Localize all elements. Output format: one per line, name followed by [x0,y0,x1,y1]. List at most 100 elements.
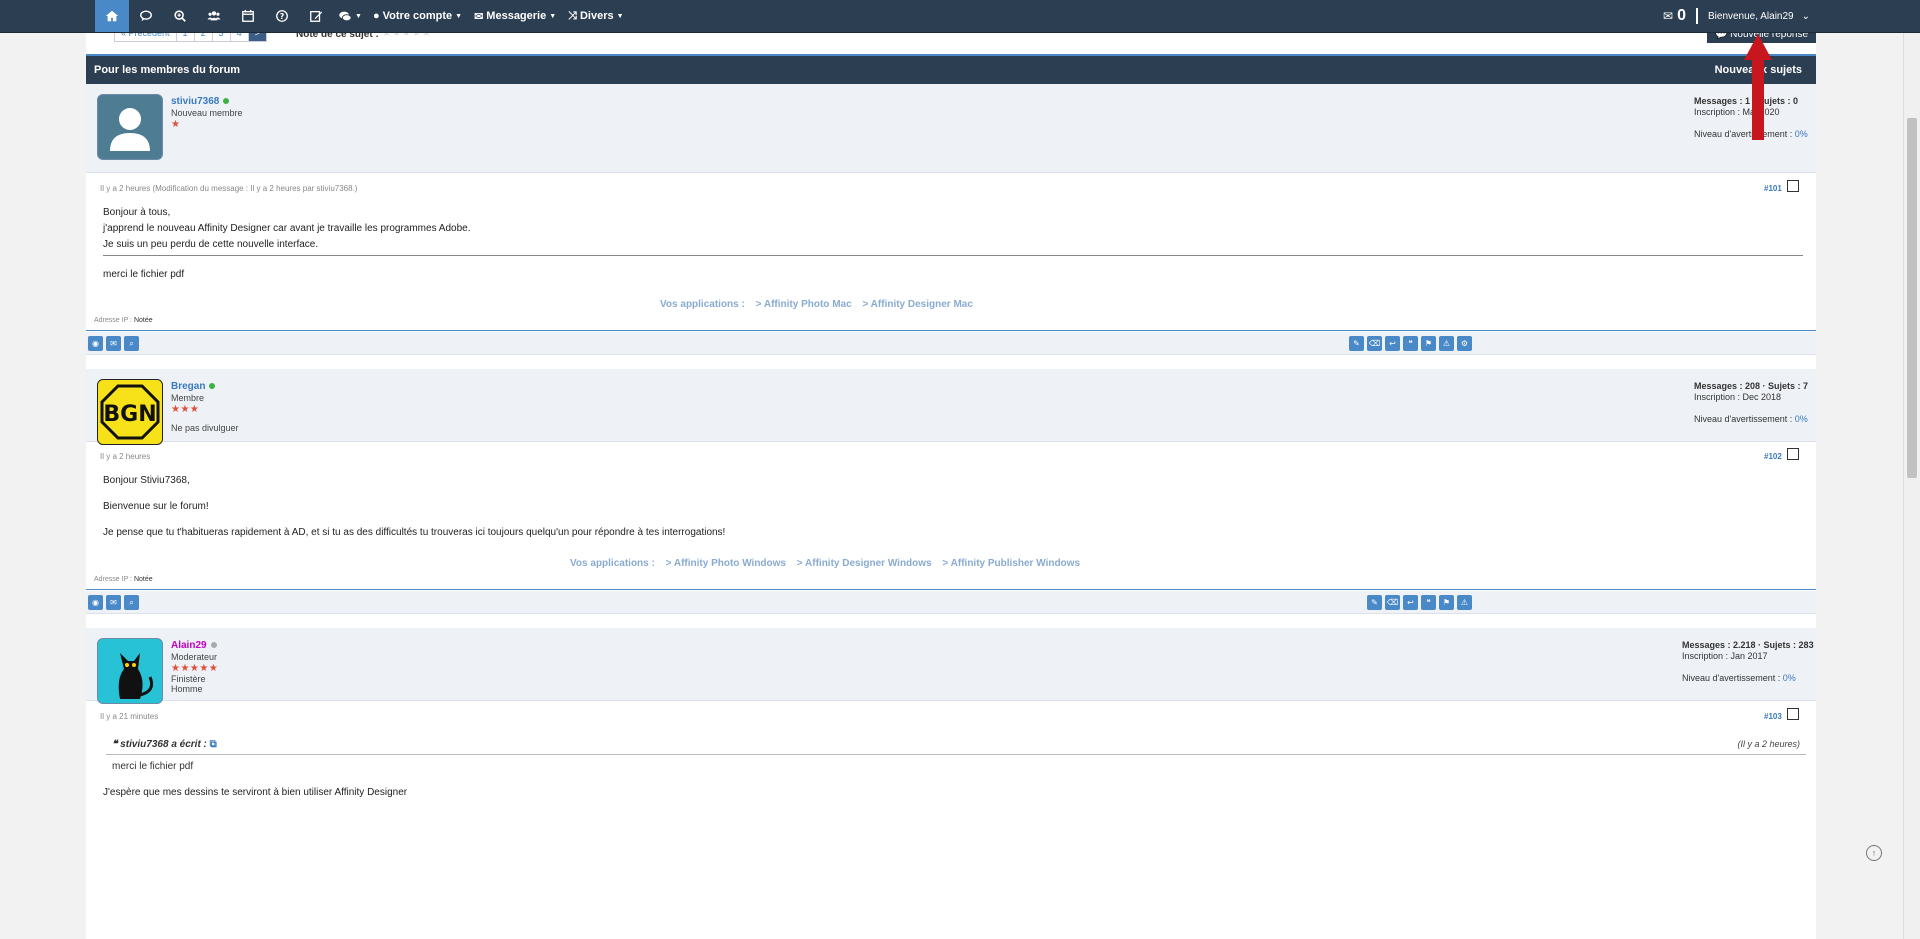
username[interactable]: Alain29 [171,640,217,651]
users-icon[interactable] [197,0,231,32]
find-icon[interactable]: ⌕ [124,595,139,610]
welcome-text[interactable]: Bienvenue, Alain29 [1708,11,1794,22]
chevron-down-icon[interactable]: ⌄ [1802,11,1810,22]
external-link-icon[interactable]: ⧉ [210,739,217,750]
comments-icon[interactable]: ▼ [333,0,367,32]
post-number[interactable]: #101 [1764,184,1782,193]
find-icon[interactable]: ⌕ [124,336,139,351]
scrollbar-thumb[interactable] [1907,118,1917,478]
forum-section-header: Pour les membres du forum Nouveaux sujet… [86,54,1816,86]
website-icon[interactable]: ◉ [88,595,103,610]
quote-header: ❝ stiviu7368 a écrit : ⧉ (Il y a 2 heure… [106,736,1806,755]
post-separator [86,330,1816,331]
username[interactable]: stiviu7368 [171,96,230,107]
envelope-icon: ✉ [474,10,484,23]
email-icon[interactable]: ✉ [106,595,121,610]
section-title: Pour les membres du forum [94,64,241,76]
eraser-icon[interactable]: ⌫ [1367,336,1382,351]
warning-icon[interactable]: ⚠ [1439,336,1454,351]
post-line: Je pense que tu t'habitueras rapidement … [103,527,726,538]
page-link[interactable]: 4 [229,32,249,42]
scroll-to-top-icon[interactable]: ↑ [1866,845,1882,861]
shuffle-icon: ⤨ [568,9,577,22]
quote-icon[interactable]: ❝ [1403,336,1418,351]
app-link[interactable]: > Affinity Designer Windows [797,558,932,569]
comment-icon: 💬 [1714,32,1728,40]
post-timestamp: Il y a 2 heures [100,452,151,461]
website-icon[interactable]: ◉ [88,336,103,351]
warning-level[interactable]: 0% [1795,414,1808,424]
post-number[interactable]: #103 [1764,712,1782,721]
flag-icon[interactable]: ⚑ [1439,595,1454,610]
quote-icon[interactable]: ❝ [1421,595,1436,610]
messaging-menu[interactable]: ✉ Messagerie ▼ [468,0,562,32]
app-link[interactable]: > Affinity Publisher Windows [942,558,1080,569]
forum-thread: « Précédent 1 2 3 4 > Note de ce sujet :… [86,32,1816,939]
app-link[interactable]: > Affinity Designer Mac [862,299,973,310]
calendar-icon[interactable] [231,0,265,32]
pagination: « Précédent 1 2 3 4 > [114,32,267,42]
page-link[interactable]: 1 [175,32,195,42]
message-count: Messages : 2.218 · Sujets : 283 [1682,640,1814,650]
post-select-checkbox[interactable] [1787,448,1799,460]
rating-stars[interactable]: ★★★★★ [382,32,432,39]
rank-stars: ★★★ [171,404,200,415]
envelope-icon[interactable]: ✉ [1663,9,1673,23]
notification-count[interactable]: 0 [1677,7,1686,25]
post-content: Bonjour à tous, j'apprend le nouveau Aff… [103,205,471,253]
edit-icon[interactable] [299,0,333,32]
chat-icon[interactable] [129,0,163,32]
misc-menu[interactable]: ⤨ Divers ▼ [562,0,629,32]
apps-label: Vos applications : [660,299,745,310]
avatar[interactable] [97,638,163,704]
user-stats: Messages : 2.218 · Sujets : 283 Inscript… [1682,640,1814,684]
quote-time: (Il y a 2 heures) [1737,739,1800,749]
signature-divider [103,255,1803,256]
message-count: Messages : 208 · Sujets : 7 [1694,381,1809,391]
offline-indicator [210,642,217,649]
email-icon[interactable]: ✉ [106,336,121,351]
vertical-scrollbar[interactable] [1903,32,1920,939]
manage-icon[interactable]: ⚙ [1457,336,1472,351]
warning-level[interactable]: 0% [1783,673,1796,683]
edit-post-icon[interactable]: ✎ [1349,336,1364,351]
prev-page-link[interactable]: « Précédent [114,32,177,42]
post-select-checkbox[interactable] [1787,708,1799,720]
user-applications: Vos applications : > Affinity Photo Wind… [570,558,1080,569]
user-stats: Messages : 208 · Sujets : 7 Inscription … [1694,381,1808,425]
next-page-link[interactable]: > [247,32,267,42]
post-select-checkbox[interactable] [1787,180,1799,192]
avatar[interactable]: BGN [97,379,163,445]
reply-icon[interactable]: ↩ [1385,336,1400,351]
home-icon[interactable] [95,0,129,32]
online-indicator [223,98,230,105]
warning-icon[interactable]: ⚠ [1457,595,1472,610]
user-location: Ne pas divulguer [171,423,239,433]
search-icon[interactable] [163,0,197,32]
post-number[interactable]: #102 [1764,452,1782,461]
app-link[interactable]: > Affinity Photo Mac [756,299,852,310]
join-date: Inscription : Dec 2018 [1694,392,1782,402]
post-content: J'espère que mes dessins te serviront à … [103,785,407,801]
username[interactable]: Bregan [171,381,216,392]
chevron-down-icon: ▼ [549,12,557,20]
rank-stars: ★ [171,119,181,130]
help-icon[interactable]: ? [265,0,299,32]
post-separator [86,589,1816,590]
post-line [103,515,725,525]
user-area: ✉ 0 Bienvenue, Alain29 ⌄ [1663,0,1810,32]
flag-icon[interactable]: ⚑ [1421,336,1436,351]
account-menu[interactable]: ● Votre compte ▼ [367,0,468,32]
post-timestamp: Il y a 2 heures (Modification du message… [100,184,358,193]
page-link[interactable]: 2 [193,32,213,42]
app-link[interactable]: > Affinity Photo Windows [666,558,786,569]
chevron-down-icon: ▼ [455,12,463,20]
warning-level[interactable]: 0% [1795,129,1808,139]
avatar[interactable] [97,94,163,160]
eraser-icon[interactable]: ⌫ [1385,595,1400,610]
edit-post-icon[interactable]: ✎ [1367,595,1382,610]
reply-icon[interactable]: ↩ [1403,595,1418,610]
post-author-panel: BGN Bregan Membre ★★★ Ne pas divulguer M… [86,369,1816,445]
page-link[interactable]: 3 [211,32,231,42]
join-date: Inscription : Jan 2017 [1682,651,1768,661]
